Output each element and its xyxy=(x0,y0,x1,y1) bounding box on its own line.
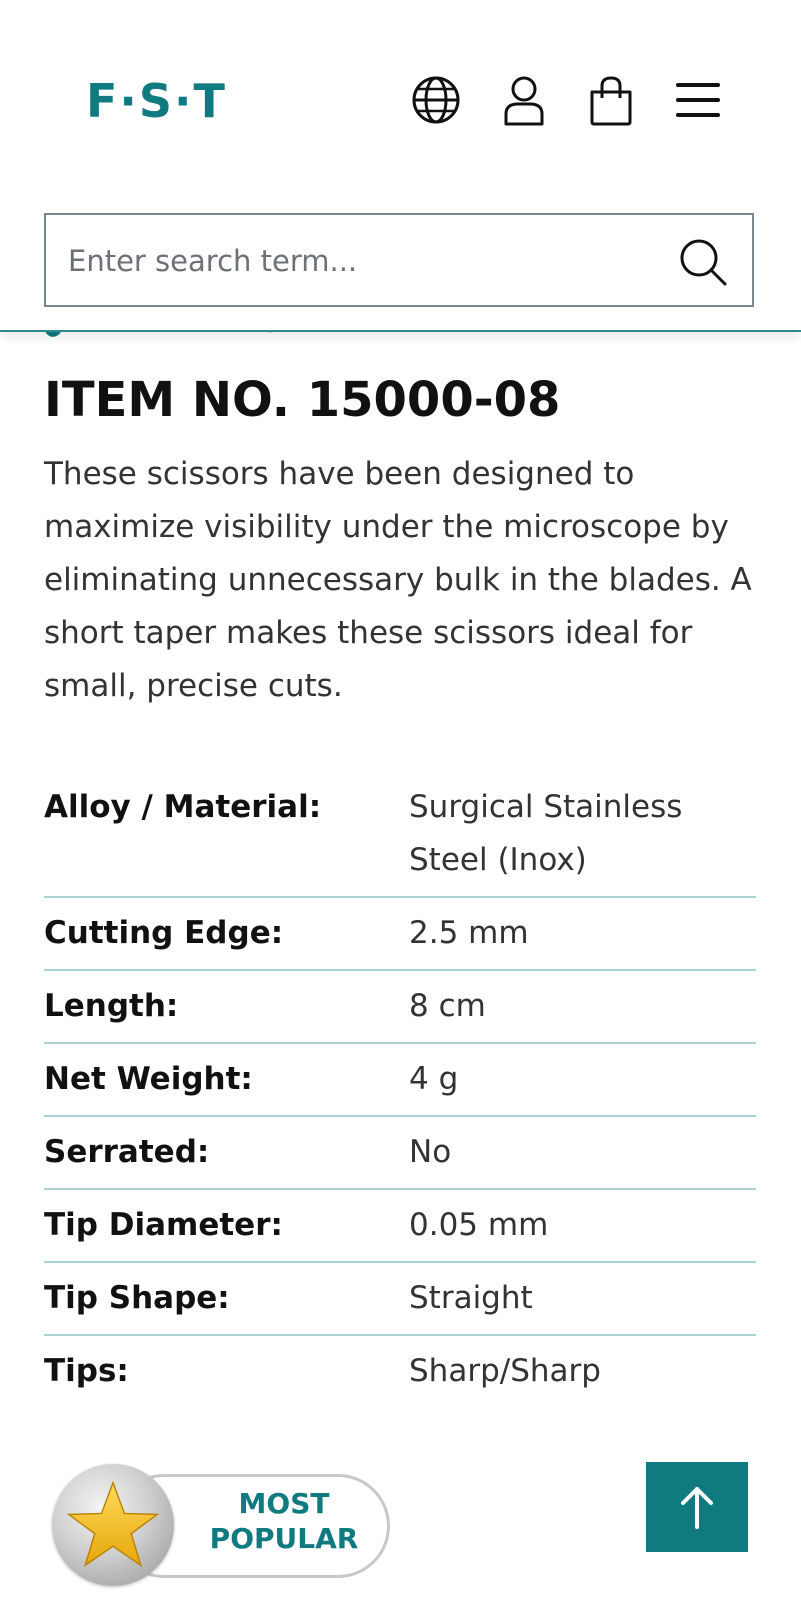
menu-button[interactable] xyxy=(672,74,724,126)
badge-line-1: MOST xyxy=(238,1487,330,1520)
spec-value: Sharp/Sharp xyxy=(409,1353,601,1389)
menu-icon xyxy=(676,83,720,117)
spec-value: 8 cm xyxy=(409,988,486,1024)
spec-row: Tip Shape: Straight xyxy=(44,1262,756,1335)
spec-label: Serrated: xyxy=(44,1134,210,1170)
spec-label: Net Weight: xyxy=(44,1061,253,1097)
globe-icon xyxy=(412,76,460,124)
star-icon xyxy=(66,1480,160,1568)
language-button[interactable] xyxy=(410,74,462,126)
fst-logo[interactable]: F·S·T xyxy=(86,74,227,128)
scroll-to-top-button[interactable] xyxy=(646,1462,748,1552)
search-button[interactable] xyxy=(676,235,730,289)
spec-row: Length: 8 cm xyxy=(44,970,756,1043)
cart-button[interactable] xyxy=(585,74,637,126)
product-title: ITEM NO. 15000-08 xyxy=(44,372,561,428)
spec-value: Surgical Stainless Steel (Inox) xyxy=(409,789,683,878)
badge-medal xyxy=(52,1464,174,1586)
badge-line-2: POPULAR xyxy=(209,1522,359,1555)
account-button[interactable] xyxy=(498,74,550,126)
site-header: F·S·T xyxy=(0,0,801,332)
spec-label: Tip Diameter: xyxy=(44,1207,283,1243)
spec-row: Tips: Sharp/Sharp xyxy=(44,1335,756,1407)
badge-label: MOST POPULAR xyxy=(194,1486,374,1556)
spec-label: Tip Shape: xyxy=(44,1280,230,1316)
spec-row: Cutting Edge: 2.5 mm xyxy=(44,897,756,970)
search-bar xyxy=(44,213,754,307)
spec-value: Straight xyxy=(409,1280,533,1316)
spec-label: Tips: xyxy=(44,1353,129,1389)
spec-row: Alloy / Material: Surgical Stainless Stee… xyxy=(44,772,756,897)
spec-label: Cutting Edge: xyxy=(44,915,284,951)
spec-value: No xyxy=(409,1134,452,1170)
product-description: These scissors have been designed to max… xyxy=(44,456,752,704)
arrow-up-icon xyxy=(681,1487,713,1529)
shopping-bag-icon xyxy=(590,76,632,126)
spec-value: 0.05 mm xyxy=(409,1207,549,1243)
spec-row: Tip Diameter: 0.05 mm xyxy=(44,1189,756,1262)
most-popular-badge: MOST POPULAR xyxy=(52,1464,394,1592)
spec-label: Length: xyxy=(44,988,179,1024)
user-icon xyxy=(504,76,544,126)
search-input[interactable] xyxy=(66,215,650,307)
spec-value: 2.5 mm xyxy=(409,915,529,951)
search-icon xyxy=(680,239,727,286)
spec-row: Serrated: No xyxy=(44,1116,756,1189)
spec-value: 4 g xyxy=(409,1061,459,1097)
spec-table: Alloy / Material: Surgical Stainless Stee… xyxy=(44,772,756,1407)
spec-label: Alloy / Material: xyxy=(44,789,322,825)
spec-row: Net Weight: 4 g xyxy=(44,1043,756,1116)
